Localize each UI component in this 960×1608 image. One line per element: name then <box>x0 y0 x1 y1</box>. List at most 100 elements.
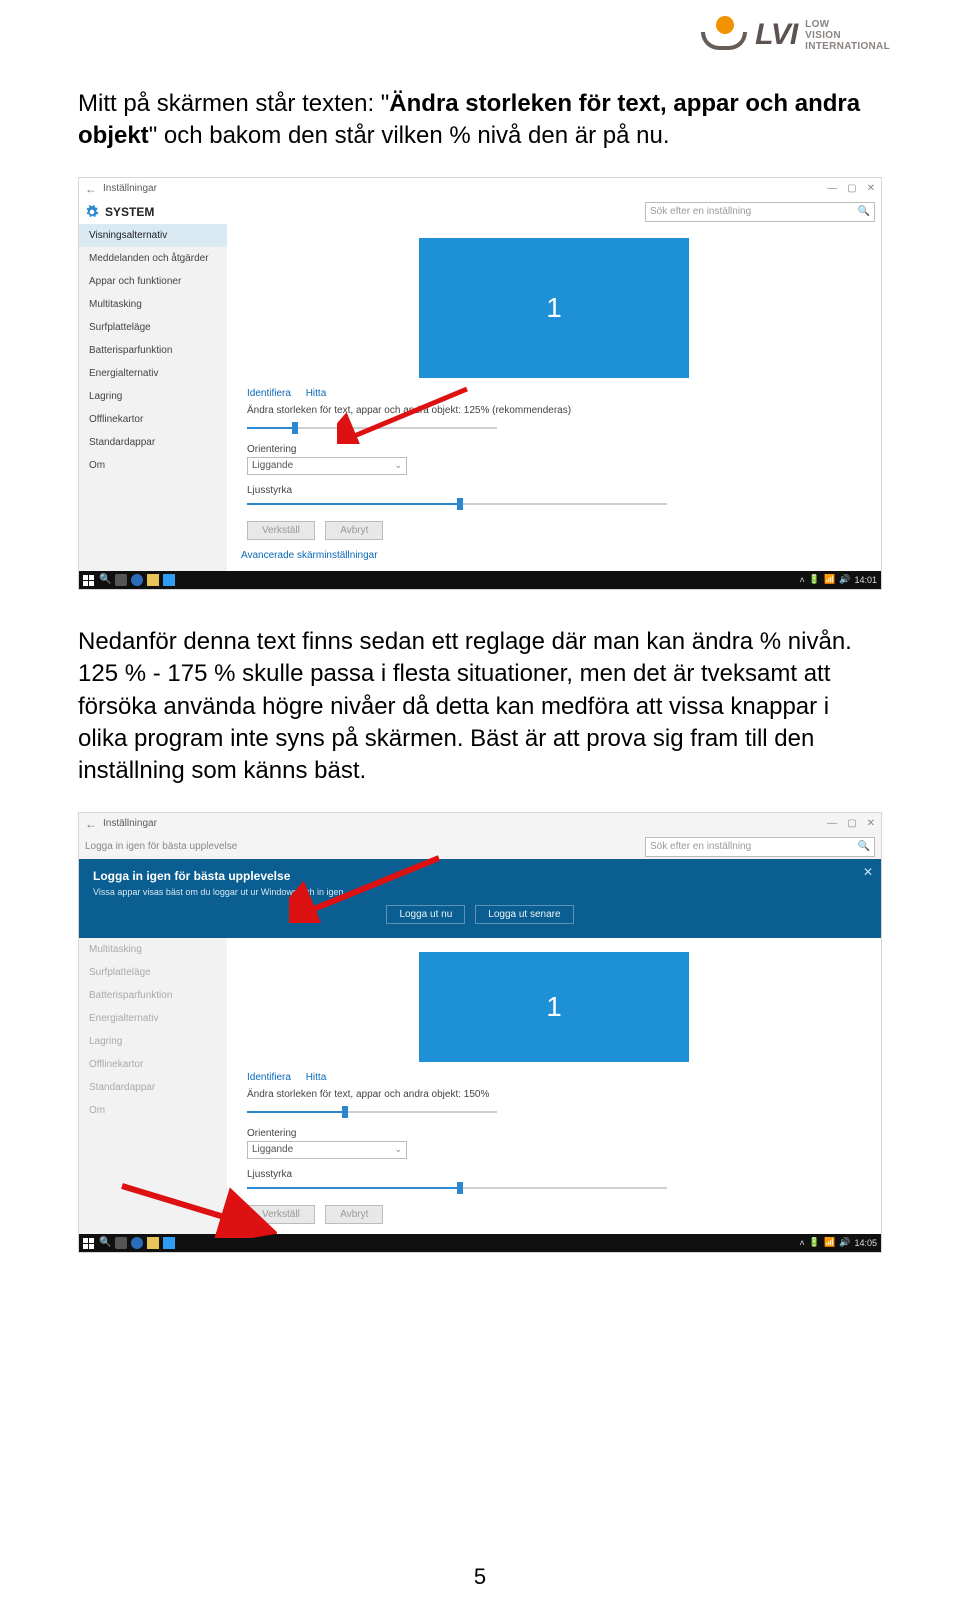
explorer-icon[interactable] <box>147 574 159 586</box>
orientation-select[interactable]: Liggande ⌄ <box>247 457 407 475</box>
clock[interactable]: 14:01 <box>854 575 877 585</box>
minimize-icon[interactable]: — <box>827 818 837 829</box>
search-icon: 🔍 <box>858 206 870 217</box>
orientation-value: Liggande <box>252 460 293 471</box>
sidebar-item-about[interactable]: Om <box>79 1099 227 1122</box>
back-icon[interactable]: ← <box>85 182 97 196</box>
sidebar-item-multitasking[interactable]: Multitasking <box>79 293 227 316</box>
page-title: SYSTEM <box>105 205 154 219</box>
identify-link[interactable]: Identifiera <box>247 1072 291 1083</box>
sidebar-item-maps[interactable]: Offlinekartor <box>79 408 227 431</box>
monitor-id: 1 <box>546 292 562 324</box>
sidebar-item-display[interactable]: Visningsalternativ <box>79 224 227 247</box>
back-icon[interactable]: ← <box>85 817 97 831</box>
tray-wifi-icon[interactable]: 📶 <box>824 574 835 585</box>
explorer-icon[interactable] <box>147 1237 159 1249</box>
p1-pre: Mitt på skärmen står texten: " <box>78 90 389 117</box>
tray-volume-icon[interactable]: 🔊 <box>839 1237 850 1248</box>
page-number: 5 <box>0 1564 960 1590</box>
apply-button[interactable]: Verkställ <box>247 1205 315 1224</box>
logout-later-button[interactable]: Logga ut senare <box>475 905 573 924</box>
header-row: Logga in igen för bästa upplevelse Sök e… <box>79 835 881 859</box>
search-taskbar-icon[interactable]: 🔍 <box>99 574 111 586</box>
sidebar: Visningsalternativ Meddelanden och åtgär… <box>79 224 227 571</box>
logo-tagline-1: LOW <box>805 19 890 30</box>
orientation-label: Orientering <box>247 444 867 455</box>
taskbar: 🔍 ˄ 🔋 📶 🔊 14:05 <box>79 1234 881 1252</box>
sidebar-item-battery[interactable]: Batterisparfunktion <box>79 984 227 1007</box>
monitor-preview[interactable]: 1 <box>419 952 689 1062</box>
search-input[interactable]: Sök efter en inställning 🔍 <box>645 202 875 222</box>
sidebar-item-power[interactable]: Energialternativ <box>79 1007 227 1030</box>
monitor-id: 1 <box>546 991 562 1023</box>
clock[interactable]: 14:05 <box>854 1238 877 1248</box>
sidebar-item-tablet[interactable]: Surfplatteläge <box>79 961 227 984</box>
scale-slider[interactable] <box>247 422 497 434</box>
edge-icon[interactable] <box>131 574 143 586</box>
screenshot-1: ← Inställningar — ▢ ✕ SYSTEM Sök efter e… <box>78 177 882 590</box>
screenshot-2: ← Inställningar — ▢ ✕ Logga in igen för … <box>78 812 882 1253</box>
maximize-icon[interactable]: ▢ <box>847 183 856 194</box>
sidebar-item-storage[interactable]: Lagring <box>79 1030 227 1053</box>
logo-tagline: LOW VISION INTERNATIONAL <box>805 19 890 52</box>
sidebar-item-apps[interactable]: Appar och funktioner <box>79 270 227 293</box>
logo-brand: LVI <box>755 18 797 52</box>
maximize-icon[interactable]: ▢ <box>847 818 856 829</box>
detect-link[interactable]: Hitta <box>306 388 327 399</box>
monitor-preview[interactable]: 1 <box>419 238 689 378</box>
start-icon[interactable] <box>83 574 95 586</box>
tray-volume-icon[interactable]: 🔊 <box>839 574 850 585</box>
taskview-icon[interactable] <box>115 1237 127 1249</box>
logo-tagline-2: VISION <box>805 30 890 41</box>
sidebar-item-defaultapps[interactable]: Standardappar <box>79 431 227 454</box>
banner-close-icon[interactable]: ✕ <box>863 865 873 879</box>
start-icon[interactable] <box>83 1237 95 1249</box>
search-taskbar-icon[interactable]: 🔍 <box>99 1237 111 1249</box>
display-settings-pane: 1 Identifiera Hitta Ändra storleken för … <box>227 938 881 1234</box>
tray-wifi-icon[interactable]: 📶 <box>824 1237 835 1248</box>
taskview-icon[interactable] <box>115 574 127 586</box>
cancel-button[interactable]: Avbryt <box>325 1205 383 1224</box>
minimize-icon[interactable]: — <box>827 183 837 194</box>
sidebar: Multitasking Surfplatteläge Batterisparf… <box>79 938 227 1234</box>
chevron-down-icon: ⌄ <box>394 460 402 471</box>
tray-icon[interactable]: 🔋 <box>809 1237 820 1248</box>
scale-slider[interactable] <box>247 1106 497 1118</box>
brightness-slider[interactable] <box>247 498 667 510</box>
cancel-button[interactable]: Avbryt <box>325 521 383 540</box>
window-title: Inställningar <box>103 183 157 194</box>
sidebar-item-defaultapps[interactable]: Standardappar <box>79 1076 227 1099</box>
gear-icon <box>85 205 99 219</box>
window-titlebar: ← Inställningar — ▢ ✕ <box>79 813 881 835</box>
tray-up-icon[interactable]: ˄ <box>800 1238 805 1248</box>
tray-icon[interactable]: 🔋 <box>809 574 820 585</box>
banner-subtitle: Vissa appar visas bäst om du loggar ut u… <box>93 887 867 897</box>
apply-button[interactable]: Verkställ <box>247 521 315 540</box>
search-input[interactable]: Sök efter en inställning 🔍 <box>645 837 875 857</box>
search-placeholder: Sök efter en inställning <box>650 841 751 852</box>
store-icon[interactable] <box>163 1237 175 1249</box>
orientation-label: Orientering <box>247 1128 867 1139</box>
orientation-value: Liggande <box>252 1144 293 1155</box>
brightness-slider[interactable] <box>247 1182 667 1194</box>
sidebar-item-battery[interactable]: Batterisparfunktion <box>79 339 227 362</box>
orientation-select[interactable]: Liggande ⌄ <box>247 1141 407 1159</box>
sidebar-item-multitasking[interactable]: Multitasking <box>79 938 227 961</box>
identify-link[interactable]: Identifiera <box>247 388 291 399</box>
sidebar-item-maps[interactable]: Offlinekartor <box>79 1053 227 1076</box>
logout-now-button[interactable]: Logga ut nu <box>386 905 465 924</box>
logo-tagline-3: INTERNATIONAL <box>805 41 890 52</box>
lvi-logo: LVI LOW VISION INTERNATIONAL <box>701 18 890 52</box>
tray-up-icon[interactable]: ˄ <box>800 575 805 585</box>
close-icon[interactable]: ✕ <box>867 818 875 829</box>
sidebar-item-about[interactable]: Om <box>79 454 227 477</box>
sidebar-item-tablet[interactable]: Surfplatteläge <box>79 316 227 339</box>
edge-icon[interactable] <box>131 1237 143 1249</box>
sidebar-item-notifications[interactable]: Meddelanden och åtgärder <box>79 247 227 270</box>
sidebar-item-storage[interactable]: Lagring <box>79 385 227 408</box>
advanced-display-link[interactable]: Avancerade skärminställningar <box>241 550 867 561</box>
close-icon[interactable]: ✕ <box>867 183 875 194</box>
detect-link[interactable]: Hitta <box>306 1072 327 1083</box>
store-icon[interactable] <box>163 574 175 586</box>
sidebar-item-power[interactable]: Energialternativ <box>79 362 227 385</box>
